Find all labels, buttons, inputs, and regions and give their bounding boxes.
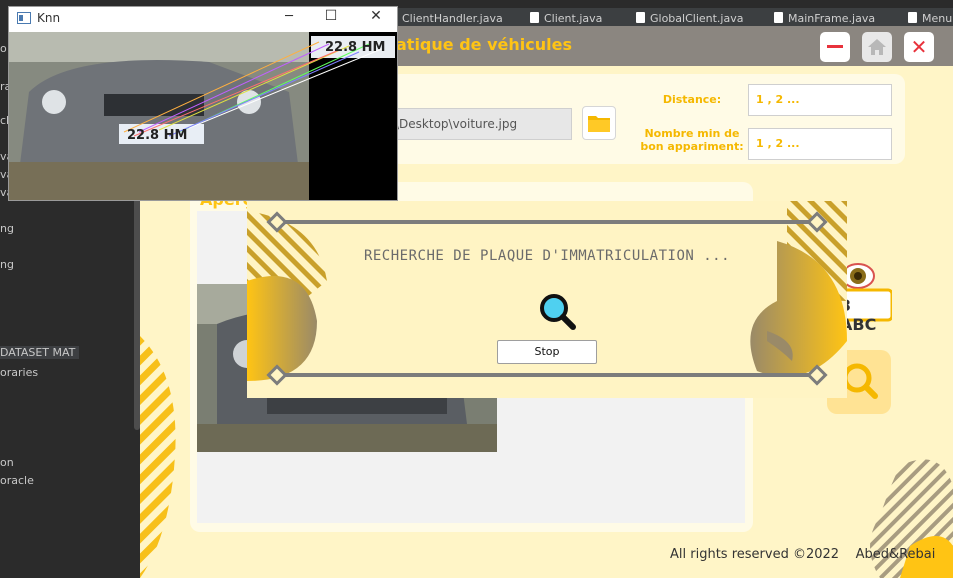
magnifier-icon bbox=[540, 294, 576, 330]
tree-item[interactable]: ng bbox=[0, 258, 14, 271]
knn-matches-image bbox=[9, 32, 397, 200]
minimize-window-icon[interactable]: ─ bbox=[279, 9, 299, 24]
footer: All rights reserved ©2022 Abed&Rebai bbox=[670, 547, 935, 562]
search-status-message: RECHERCHE DE PLAQUE D'IMMATRICULATION ..… bbox=[363, 248, 731, 264]
footer-authors: Abed&Rebai bbox=[855, 547, 936, 562]
tree-item[interactable]: ng bbox=[0, 222, 14, 235]
minimize-button[interactable] bbox=[820, 32, 850, 62]
minus-icon bbox=[827, 45, 843, 48]
tree-item[interactable]: o bbox=[0, 42, 7, 55]
close-button[interactable]: ✕ bbox=[904, 32, 934, 62]
window-app-icon bbox=[17, 12, 31, 24]
nombre-input[interactable]: 1 , 2 ... bbox=[748, 128, 892, 160]
tree-item[interactable]: oracle bbox=[0, 474, 34, 487]
plate-icon-text: 3 ABC bbox=[840, 296, 877, 334]
home-button[interactable] bbox=[862, 32, 892, 62]
close-icon: ✕ bbox=[910, 35, 928, 59]
folder-icon bbox=[588, 116, 610, 132]
browse-folder-button[interactable] bbox=[582, 106, 616, 140]
stop-button[interactable]: Stop bbox=[497, 340, 597, 364]
distance-label: Distance: bbox=[662, 93, 722, 106]
home-icon bbox=[868, 39, 886, 55]
knn-match-canvas: 22.8 HM 22.8 HM bbox=[9, 32, 397, 200]
nombre-label-line1: Nombre min de bbox=[644, 127, 740, 140]
java-file-icon bbox=[908, 12, 917, 23]
knn-window: Knn ─ ☐ ✕ 22.8 HM 22.8 HM bbox=[8, 6, 398, 201]
distance-input[interactable]: 1 , 2 ... bbox=[748, 84, 892, 116]
java-file-icon bbox=[636, 12, 645, 23]
java-file-icon bbox=[530, 12, 539, 23]
image-path-input[interactable]: \Desktop\voiture.jpg bbox=[394, 108, 572, 140]
plate-text-left: 22.8 HM bbox=[127, 128, 188, 143]
tree-item[interactable]: on bbox=[0, 456, 14, 469]
search-progress-dialog: RECHERCHE DE PLAQUE D'IMMATRICULATION ..… bbox=[247, 201, 847, 398]
app-title: atique de véhicules bbox=[396, 35, 572, 54]
java-file-icon bbox=[774, 12, 783, 23]
knn-window-title: Knn bbox=[37, 11, 61, 25]
nombre-label: Nombre min de bon appariment: bbox=[638, 127, 746, 153]
tree-item[interactable]: oraries bbox=[0, 366, 38, 379]
close-window-icon[interactable]: ✕ bbox=[366, 8, 386, 24]
maximize-window-icon[interactable]: ☐ bbox=[321, 8, 341, 24]
nombre-label-line2: bon appariment: bbox=[640, 140, 744, 153]
plate-text-right: 22.8 HM bbox=[325, 40, 386, 55]
tree-item-selected[interactable]: DATASET MAT bbox=[0, 346, 80, 359]
footer-rights: All rights reserved ©2022 bbox=[670, 547, 840, 562]
